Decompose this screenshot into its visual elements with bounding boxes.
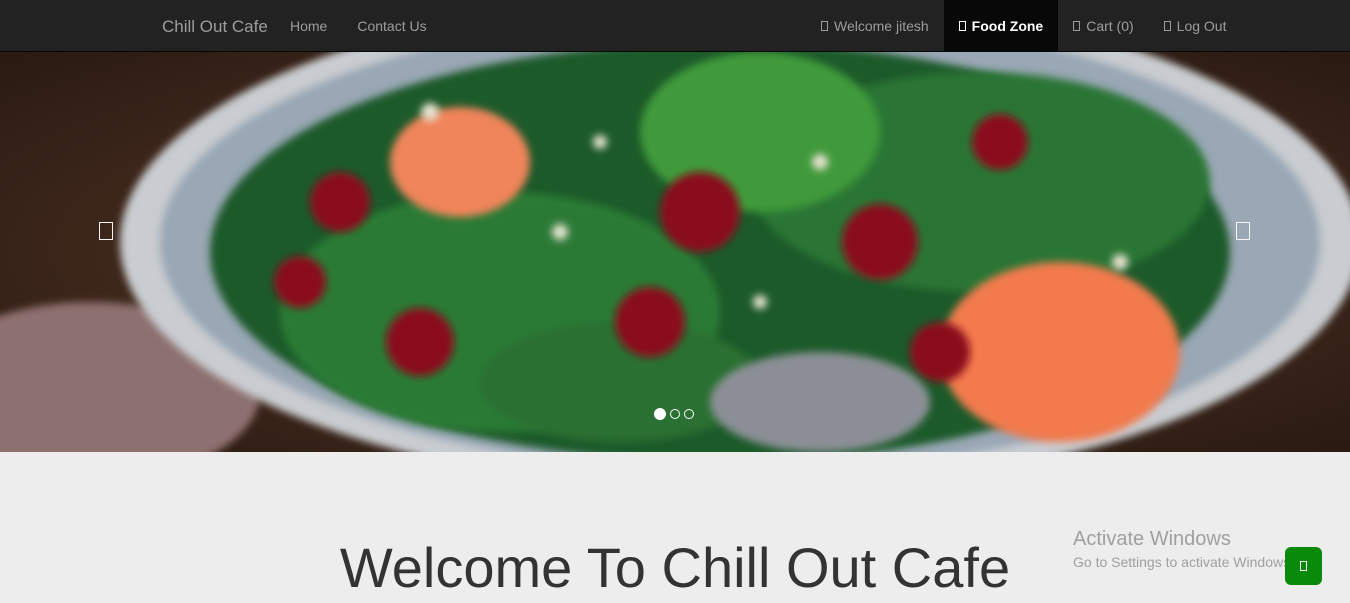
nav-welcome-user[interactable]: Welcome jitesh	[806, 0, 944, 52]
nav-food-zone[interactable]: Food Zone	[943, 0, 1059, 52]
watermark-title: Activate Windows	[1073, 528, 1231, 550]
carousel-prev-button[interactable]	[99, 222, 113, 240]
floating-chat-button[interactable]	[1285, 547, 1322, 585]
nav-food-zone-label: Food Zone	[971, 18, 1044, 34]
nav-home-label: Home	[290, 18, 328, 34]
chat-icon	[1300, 561, 1307, 571]
nav-left: Home Contact Us	[275, 0, 442, 52]
nav-cart-label: Cart (0)	[1086, 18, 1134, 34]
carousel-indicator-3[interactable]	[684, 409, 694, 419]
nav-cart[interactable]: Cart (0)	[1058, 0, 1148, 52]
carousel-indicator-2[interactable]	[670, 409, 680, 419]
nav-logout-label: Log Out	[1176, 18, 1227, 34]
nav-home-link[interactable]: Home	[275, 0, 342, 52]
carousel-indicators	[654, 408, 694, 420]
cutlery-icon	[958, 21, 966, 31]
user-icon	[821, 21, 828, 31]
brand-link[interactable]: Chill Out Cafe	[162, 17, 268, 37]
windows-activation-watermark: Activate Windows Go to Settings to activ…	[1073, 528, 1294, 570]
carousel-indicator-1[interactable]	[654, 408, 666, 420]
nav-contact-label: Contact Us	[357, 18, 427, 34]
cart-icon	[1073, 21, 1081, 31]
nav-right: Welcome jitesh Food Zone Cart (0) Log Ou…	[806, 0, 1242, 52]
hero-carousel	[0, 52, 1350, 452]
watermark-subtitle: Go to Settings to activate Windows.	[1073, 554, 1294, 570]
carousel-slide-image	[0, 52, 1350, 452]
nav-logout[interactable]: Log Out	[1149, 0, 1242, 52]
carousel-next-button[interactable]	[1236, 222, 1250, 240]
top-navbar: Chill Out Cafe Home Contact Us Welcome j…	[0, 0, 1350, 52]
nav-contact-link[interactable]: Contact Us	[342, 0, 441, 52]
nav-welcome-label: Welcome jitesh	[834, 18, 929, 34]
logout-icon	[1163, 21, 1171, 31]
